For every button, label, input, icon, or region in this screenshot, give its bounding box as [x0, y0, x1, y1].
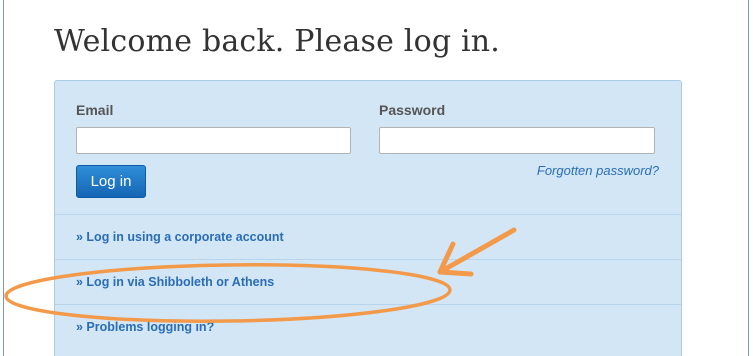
problems-login-row: » Problems logging in? [55, 304, 681, 349]
corporate-login-row: » Log in using a corporate account [55, 214, 681, 259]
email-label: Email [76, 102, 114, 118]
shibboleth-login-row: » Log in via Shibboleth or Athens [55, 259, 681, 304]
login-panel: Email Password Log in Forgotten password… [54, 80, 682, 356]
problems-login-link[interactable]: » Problems logging in? [76, 320, 214, 334]
login-button[interactable]: Log in [76, 165, 146, 198]
email-input[interactable] [76, 127, 351, 154]
password-input[interactable] [379, 127, 655, 154]
password-label: Password [379, 102, 446, 118]
corporate-login-link[interactable]: » Log in using a corporate account [76, 230, 284, 244]
shibboleth-login-link[interactable]: » Log in via Shibboleth or Athens [76, 275, 274, 289]
page-title: Welcome back. Please log in. [54, 24, 501, 59]
forgotten-password-link[interactable]: Forgotten password? [537, 163, 659, 178]
